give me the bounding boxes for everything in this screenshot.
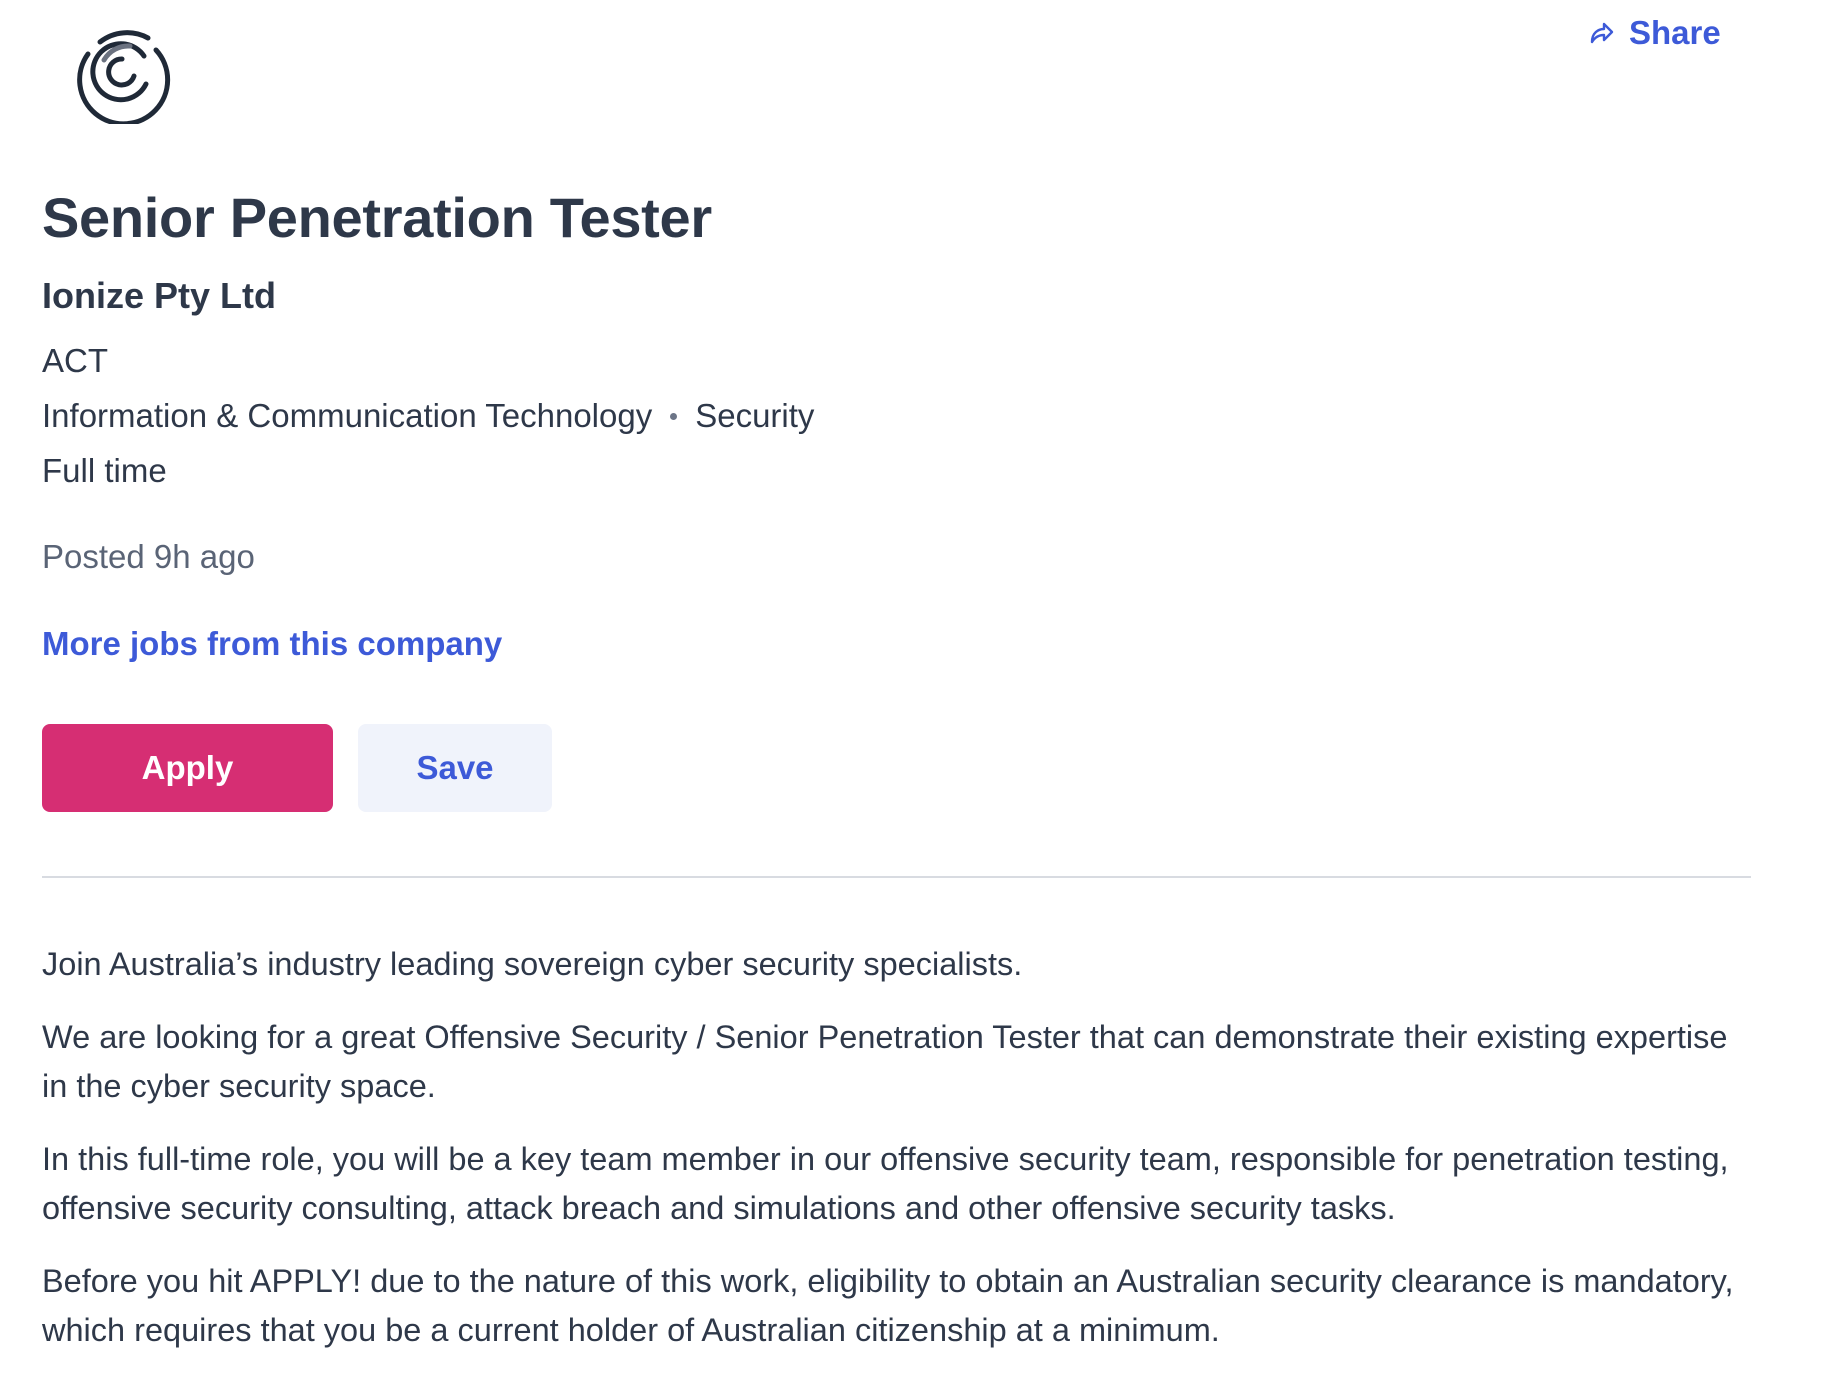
work-type-text: Full time	[42, 452, 167, 489]
company-logo-icon	[70, 20, 174, 127]
save-button[interactable]: Save	[358, 724, 552, 812]
posted-time: Posted 9h ago	[42, 538, 255, 575]
description-paragraph: We are looking for a great Offensive Sec…	[42, 1019, 1728, 1104]
job-work-type: Full time	[42, 452, 167, 490]
company-name: Ionize Pty Ltd	[42, 275, 276, 316]
more-jobs-link[interactable]: More jobs from this company	[42, 625, 502, 663]
subclassification-text: Security	[695, 397, 815, 434]
description-paragraph: Join Australia’s industry leading sovere…	[42, 946, 1023, 982]
apply-button[interactable]: Apply	[42, 724, 333, 812]
job-title: Senior Penetration Tester	[42, 186, 712, 249]
classification-text: Information & Communication Technology	[42, 397, 653, 434]
job-classification: Information & Communication Technology S…	[42, 397, 814, 435]
share-arrow-icon	[1589, 21, 1615, 45]
job-description: Join Australia’s industry leading sovere…	[42, 940, 1754, 1379]
job-location: ACT	[42, 342, 108, 380]
section-divider	[42, 876, 1751, 878]
description-paragraph: In this full-time role, you will be a ke…	[42, 1141, 1729, 1226]
separator-dot	[670, 412, 678, 420]
description-paragraph: Before you hit APPLY! due to the nature …	[42, 1263, 1734, 1348]
location-text: ACT	[42, 342, 108, 379]
share-button[interactable]: Share	[1589, 14, 1721, 52]
share-label: Share	[1629, 14, 1721, 51]
